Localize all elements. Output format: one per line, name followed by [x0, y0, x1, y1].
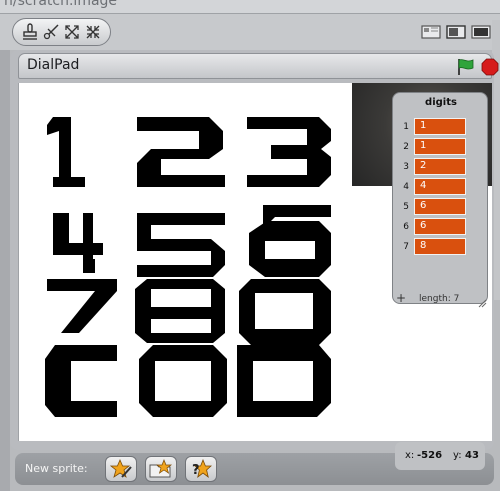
shrink-icon[interactable]	[83, 22, 103, 42]
window-title: n/scratch.image	[4, 0, 118, 9]
left-pane-edge	[0, 50, 10, 491]
choose-sprite-from-file-icon[interactable]	[145, 456, 177, 482]
digit-8[interactable]	[135, 279, 225, 343]
sprite-tools-group	[12, 18, 111, 46]
normal-stage-icon[interactable]	[445, 22, 467, 42]
paint-new-sprite-icon[interactable]	[105, 456, 137, 482]
digit-9[interactable]	[239, 279, 331, 345]
stop-icon[interactable]	[481, 58, 499, 76]
digit-4[interactable]	[53, 213, 103, 273]
window-titlebar: n/scratch.image	[0, 0, 500, 14]
stage-header: DialPad	[18, 53, 499, 79]
list-item: 32	[393, 157, 489, 177]
list-item-index: 5	[403, 202, 409, 212]
digit-6[interactable]	[249, 205, 331, 277]
digit-5[interactable]	[137, 213, 225, 277]
list-rows: 11 21 32 44 56 66 78	[393, 117, 489, 257]
list-item-index: 3	[403, 162, 409, 172]
small-stage-icon[interactable]	[420, 22, 442, 42]
list-item: 44	[393, 177, 489, 197]
new-sprite-label: New sprite:	[25, 462, 88, 475]
mouse-position-readout: x: -526 y: 43	[395, 442, 485, 470]
digit-3[interactable]	[247, 117, 331, 187]
list-item-value[interactable]: 8	[414, 238, 466, 255]
digit-1[interactable]	[47, 117, 85, 187]
list-item-index: 7	[403, 242, 409, 252]
list-item: 56	[393, 197, 489, 217]
list-item-value[interactable]: 1	[414, 138, 466, 155]
list-item-index: 1	[403, 122, 409, 132]
list-item-value[interactable]: 6	[414, 218, 466, 235]
svg-text:?: ?	[192, 463, 200, 478]
list-item-value[interactable]: 6	[414, 198, 466, 215]
mouse-y-label: y:	[453, 450, 462, 461]
list-item-value[interactable]: 4	[414, 178, 466, 195]
list-item-index: 2	[403, 142, 409, 152]
mouse-y-value: 43	[465, 450, 479, 461]
random-sprite-icon[interactable]: ?	[185, 456, 217, 482]
scratch-window: n/scratch.image DialPad digits 1 1 2 1 3…	[0, 0, 500, 491]
digit-2[interactable]	[137, 117, 225, 187]
stage-title: DialPad	[27, 57, 80, 73]
list-length: length: 7	[419, 294, 460, 304]
mouse-x-value: -526	[417, 450, 443, 461]
resize-handle-icon[interactable]	[477, 293, 487, 308]
list-title: digits	[425, 97, 457, 108]
stamp-icon[interactable]	[20, 22, 40, 42]
list-add-button[interactable]: +	[396, 291, 406, 305]
list-item-index: 4	[403, 182, 409, 192]
list-item: 11	[393, 117, 489, 137]
list-item: 21	[393, 137, 489, 157]
digit-o[interactable]	[139, 345, 227, 417]
list-item-value[interactable]: 2	[414, 158, 466, 175]
digit-7[interactable]	[47, 279, 117, 333]
green-flag-icon[interactable]	[456, 58, 476, 76]
mouse-x-label: x:	[405, 450, 415, 461]
list-item-index: 6	[403, 222, 409, 232]
list-item: 66	[393, 217, 489, 237]
list-item-value[interactable]: 1	[414, 118, 466, 135]
presentation-mode-icon[interactable]	[470, 22, 492, 42]
list-item: 78	[393, 237, 489, 257]
list-monitor-digits[interactable]: digits 11 21 32 44 56 66 78 + length: 7	[392, 92, 489, 308]
scissors-icon[interactable]	[41, 22, 61, 42]
digit-c[interactable]	[45, 345, 117, 417]
grow-icon[interactable]	[62, 22, 82, 42]
digit-d[interactable]	[237, 345, 331, 417]
stage-view-buttons	[420, 22, 500, 42]
toolbar	[0, 14, 500, 50]
